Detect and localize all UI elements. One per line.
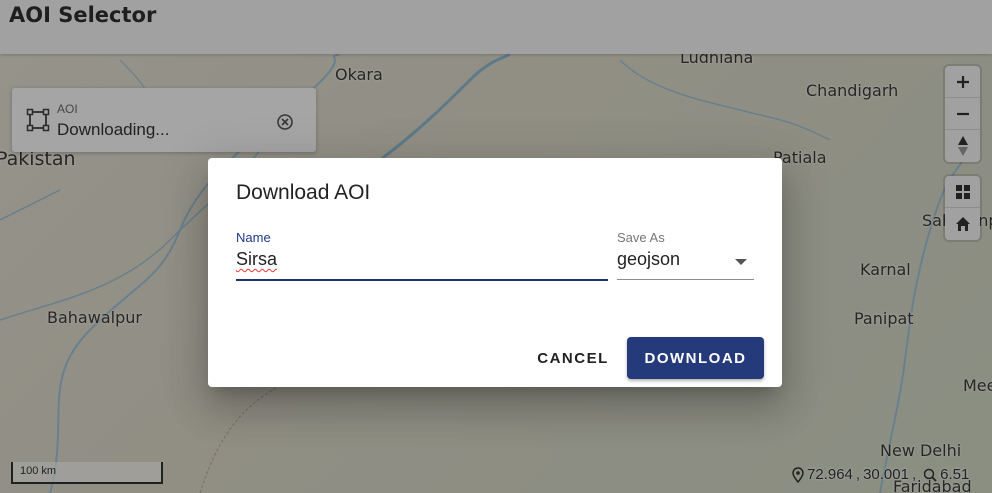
download-button[interactable]: DOWNLOAD <box>627 337 764 379</box>
name-field-label: Name <box>236 230 271 245</box>
dialog-title: Download AOI <box>236 181 371 204</box>
save-as-value[interactable]: geojson <box>617 249 754 270</box>
name-input[interactable]: Sirsa <box>236 249 608 270</box>
download-aoi-dialog: Download AOI Name Sirsa Save As geojson … <box>208 158 782 387</box>
name-field-underline <box>236 279 608 281</box>
save-as-select[interactable]: Save As geojson <box>617 230 754 280</box>
chevron-down-icon[interactable] <box>735 259 747 265</box>
save-as-underline <box>617 279 754 280</box>
name-field[interactable]: Name Sirsa <box>236 230 608 281</box>
save-as-label: Save As <box>617 230 665 245</box>
cancel-button[interactable]: CANCEL <box>530 340 616 376</box>
